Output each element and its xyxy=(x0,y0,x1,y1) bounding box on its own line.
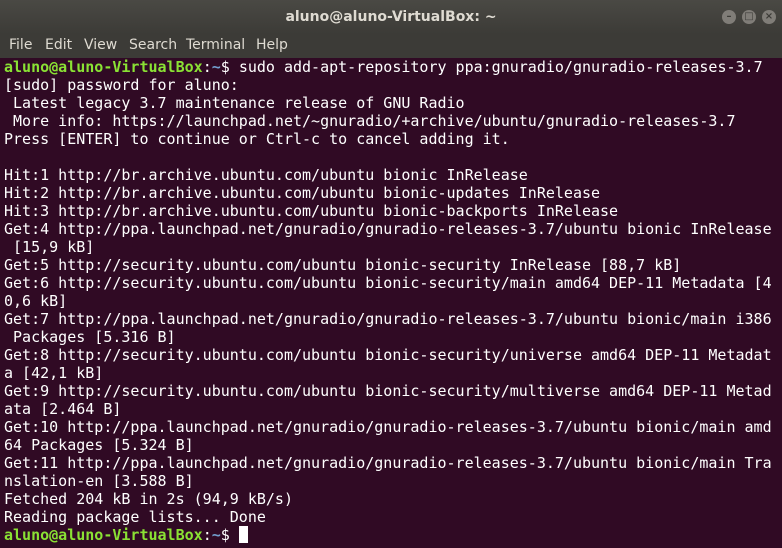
text-cursor xyxy=(238,526,248,543)
output-line: a [42,1 kB] xyxy=(4,364,104,382)
output-line: Get:8 http://security.ubuntu.com/ubuntu … xyxy=(4,346,772,364)
prompt-symbol: $ xyxy=(220,526,239,544)
prompt-user-host: aluno@aluno-VirtualBox xyxy=(4,58,203,76)
output-line: Reading package lists... Done xyxy=(4,508,266,526)
output-line: 64 Packages [5.324 B] xyxy=(4,436,194,454)
menu-bar: File Edit View Search Terminal Help xyxy=(0,34,782,59)
menu-file[interactable]: File xyxy=(9,34,32,58)
output-line: Press [ENTER] to continue or Ctrl-c to c… xyxy=(4,130,510,148)
minimize-icon[interactable]: – xyxy=(722,10,736,24)
output-line: [15,9 kB] xyxy=(4,238,95,256)
menu-help[interactable]: Help xyxy=(256,34,288,58)
output-line: Packages [5.316 B] xyxy=(4,328,176,346)
output-line: More info: https://launchpad.net/~gnurad… xyxy=(4,112,736,130)
terminal-window: aluno@aluno-VirtualBox: ~ – □ × File Edi… xyxy=(0,0,782,548)
menu-view[interactable]: View xyxy=(84,34,117,58)
prompt-path: ~ xyxy=(211,58,221,76)
command-text: sudo add-apt-repository ppa:gnuradio/gnu… xyxy=(238,58,763,76)
output-line: Get:6 http://security.ubuntu.com/ubuntu … xyxy=(4,274,772,292)
output-line: Latest legacy 3.7 maintenance release of… xyxy=(4,94,465,112)
prompt-path: ~ xyxy=(211,526,221,544)
close-icon[interactable]: × xyxy=(762,10,776,24)
output-line: Get:9 http://security.ubuntu.com/ubuntu … xyxy=(4,382,772,400)
scrollbar[interactable] xyxy=(776,58,782,548)
output-line: Get:4 http://ppa.launchpad.net/gnuradio/… xyxy=(4,220,772,238)
menu-search[interactable]: Search xyxy=(129,34,177,58)
output-line: Hit:1 http://br.archive.ubuntu.com/ubunt… xyxy=(4,166,528,184)
output-line: [sudo] password for aluno: xyxy=(4,76,239,94)
output-line: Get:5 http://security.ubuntu.com/ubuntu … xyxy=(4,256,682,274)
output-line: Get:10 http://ppa.launchpad.net/gnuradio… xyxy=(4,418,772,436)
output-line: nslation-en [3.588 B] xyxy=(4,472,194,490)
output-line: Hit:2 http://br.archive.ubuntu.com/ubunt… xyxy=(4,184,601,202)
menu-edit[interactable]: Edit xyxy=(45,34,72,58)
output-line: 0,6 kB] xyxy=(4,292,68,310)
output-line: Get:7 http://ppa.launchpad.net/gnuradio/… xyxy=(4,310,772,328)
output-line: Get:11 http://ppa.launchpad.net/gnuradio… xyxy=(4,454,772,472)
output-line: Fetched 204 kB in 2s (94,9 kB/s) xyxy=(4,490,293,508)
terminal-output[interactable]: aluno@aluno-VirtualBox:~$ sudo add-apt-r… xyxy=(0,58,782,548)
active-prompt-line[interactable]: aluno@aluno-VirtualBox:~$ xyxy=(4,526,248,544)
window-title: aluno@aluno-VirtualBox: ~ xyxy=(285,9,497,25)
output-line: Hit:3 http://br.archive.ubuntu.com/ubunt… xyxy=(4,202,619,220)
maximize-icon[interactable]: □ xyxy=(742,10,756,24)
prompt-separator: : xyxy=(202,58,212,76)
output-line: ata [2.464 B] xyxy=(4,400,122,418)
prompt-symbol: $ xyxy=(220,58,239,76)
command-line: aluno@aluno-VirtualBox:~$ sudo add-apt-r… xyxy=(4,58,763,76)
prompt-user-host: aluno@aluno-VirtualBox xyxy=(4,526,203,544)
prompt-separator: : xyxy=(202,526,212,544)
title-bar[interactable]: aluno@aluno-VirtualBox: ~ – □ × xyxy=(0,0,782,34)
menu-terminal[interactable]: Terminal xyxy=(186,34,245,58)
